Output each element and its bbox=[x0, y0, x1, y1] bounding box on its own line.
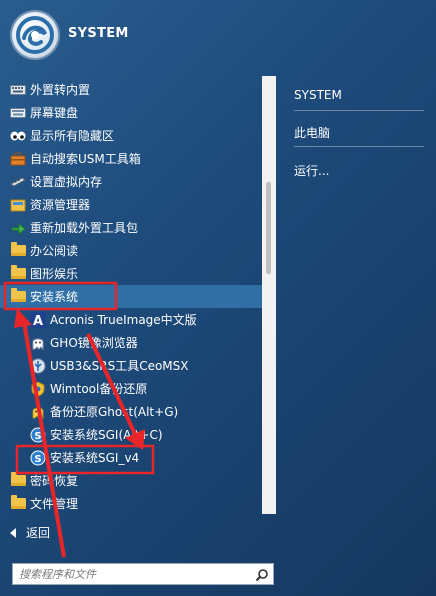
program-item-label: 图形娱乐 bbox=[30, 267, 79, 281]
program-item-label: 密码恢复 bbox=[30, 474, 79, 488]
program-item-label: 屏幕键盘 bbox=[30, 106, 79, 120]
program-item[interactable]: 备份还原Ghost(Alt+G) bbox=[0, 400, 262, 423]
program-item-label: 安装系统SGI_v4 bbox=[50, 451, 140, 465]
program-item[interactable]: 办公阅读 bbox=[0, 239, 262, 262]
program-item[interactable]: A Acronis TrueImage中文版 bbox=[0, 308, 262, 331]
search-input[interactable] bbox=[19, 566, 249, 582]
right-separator bbox=[294, 110, 424, 111]
program-item-label: 安装系统SGI(Alt+C) bbox=[50, 428, 163, 442]
right-separator bbox=[294, 146, 424, 147]
svg-text:S: S bbox=[34, 431, 41, 442]
program-item-label: 备份还原Ghost(Alt+G) bbox=[50, 405, 179, 419]
keyboard-icon bbox=[10, 105, 26, 121]
folder-icon bbox=[10, 242, 26, 259]
program-item-label: 设置虚拟内存 bbox=[30, 175, 103, 189]
program-item[interactable]: 重新加载外置工具包 bbox=[0, 216, 262, 239]
program-item[interactable]: 密码恢复 bbox=[0, 469, 262, 492]
user-avatar[interactable] bbox=[12, 12, 58, 58]
ghost-icon bbox=[30, 404, 46, 420]
program-item-label: 外置转内置 bbox=[30, 83, 91, 97]
program-item[interactable]: GHO镜像浏览器 bbox=[0, 331, 262, 354]
user-name: SYSTEM bbox=[68, 26, 129, 41]
folder-icon bbox=[10, 495, 26, 512]
program-item-label: 自动搜索USM工具箱 bbox=[30, 152, 141, 166]
keyboard-icon bbox=[10, 82, 26, 98]
folder-icon bbox=[10, 472, 26, 489]
ghost-icon bbox=[30, 335, 46, 351]
program-item-label: USB3&SRS工具CeoMSX bbox=[50, 359, 189, 373]
program-item[interactable]: 外置转内置 bbox=[0, 78, 262, 101]
usb-icon bbox=[30, 358, 46, 374]
search-box[interactable] bbox=[12, 563, 274, 585]
program-item[interactable]: 显示所有隐藏区 bbox=[0, 124, 262, 147]
program-item[interactable]: S 安装系统SGI_v4 bbox=[0, 446, 262, 469]
start-menu: SYSTEM 外置转内置 屏幕键盘 显示所有隐藏区 自动搜索USM工具箱 设置虚… bbox=[0, 0, 436, 596]
folder-icon bbox=[10, 288, 26, 305]
right-item-run[interactable]: 运行... bbox=[294, 162, 329, 179]
svg-text:S: S bbox=[34, 454, 41, 465]
sgi-icon: S bbox=[30, 427, 46, 443]
program-item-label: 显示所有隐藏区 bbox=[30, 129, 115, 143]
program-item-label: Wimtool备份还原 bbox=[50, 382, 148, 396]
start-menu-header: SYSTEM bbox=[0, 0, 436, 70]
program-item-label: GHO镜像浏览器 bbox=[50, 336, 138, 350]
swirl-logo-icon bbox=[16, 16, 54, 54]
program-item[interactable]: USB3&SRS工具CeoMSX bbox=[0, 354, 262, 377]
right-item-this-pc[interactable]: 此电脑 bbox=[294, 124, 330, 141]
program-item-label: Acronis TrueImage中文版 bbox=[50, 313, 197, 327]
program-list: 外置转内置 屏幕键盘 显示所有隐藏区 自动搜索USM工具箱 设置虚拟内存 资源管… bbox=[0, 76, 262, 516]
program-item-label: 办公阅读 bbox=[30, 244, 79, 258]
program-item-selected[interactable]: 安装系统 bbox=[0, 285, 262, 308]
program-item-label: 资源管理器 bbox=[30, 198, 91, 212]
program-item[interactable]: S 安装系统SGI(Alt+C) bbox=[0, 423, 262, 446]
back-button[interactable]: 返回 bbox=[10, 524, 50, 541]
acronis-icon: A bbox=[30, 311, 46, 328]
program-item[interactable]: 屏幕键盘 bbox=[0, 101, 262, 124]
svg-text:A: A bbox=[33, 314, 43, 328]
explorer-icon bbox=[10, 197, 26, 213]
program-list-scrollbar[interactable] bbox=[262, 76, 276, 514]
toolbox-icon bbox=[10, 151, 26, 167]
search-icon[interactable] bbox=[255, 567, 269, 586]
program-item-label: 安装系统 bbox=[30, 290, 79, 304]
program-item[interactable]: 自动搜索USM工具箱 bbox=[0, 147, 262, 170]
program-item-label: 重新加载外置工具包 bbox=[30, 221, 139, 235]
program-item-label: 文件管理 bbox=[30, 497, 79, 511]
scrollbar-thumb[interactable] bbox=[266, 182, 271, 274]
eyes-icon bbox=[10, 128, 26, 144]
program-item[interactable]: 图形娱乐 bbox=[0, 262, 262, 285]
right-item-user[interactable]: SYSTEM bbox=[294, 88, 342, 102]
program-item[interactable]: 资源管理器 bbox=[0, 193, 262, 216]
memory-icon bbox=[10, 174, 26, 190]
back-arrow-icon bbox=[10, 527, 16, 538]
folder-icon bbox=[10, 265, 26, 282]
sgi-icon: S bbox=[30, 450, 46, 466]
program-item[interactable]: Wimtool备份还原 bbox=[0, 377, 262, 400]
back-label: 返回 bbox=[26, 526, 51, 540]
program-item[interactable]: 文件管理 bbox=[0, 492, 262, 515]
program-item[interactable]: 设置虚拟内存 bbox=[0, 170, 262, 193]
reload-icon bbox=[10, 220, 26, 236]
wimtool-icon bbox=[30, 380, 46, 397]
